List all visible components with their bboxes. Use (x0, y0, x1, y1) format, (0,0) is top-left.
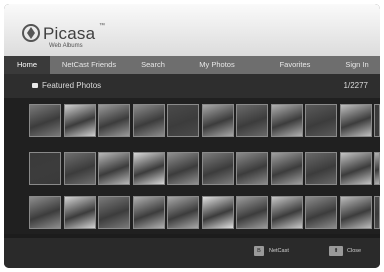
photo-dark-wood[interactable] (29, 152, 61, 185)
tab-search[interactable]: Search (128, 56, 178, 74)
photo-grid (4, 98, 380, 234)
app-name: Picasa (43, 24, 96, 43)
photo-grass[interactable] (305, 152, 337, 185)
page-counter: 1/2277 (343, 81, 368, 90)
photo-mountain[interactable] (339, 196, 372, 229)
footer-bar: B NetCast ⬆ Close (4, 238, 380, 268)
b-key-icon: B (254, 246, 264, 256)
tab-my-photos[interactable]: My Photos (178, 56, 256, 74)
photo-gray-wall[interactable] (29, 196, 61, 229)
section-title: Featured Photos (42, 81, 102, 90)
photo-beach[interactable] (98, 152, 130, 185)
photo-surf[interactable] (305, 196, 337, 229)
tab-favorites[interactable]: Favorites (256, 56, 334, 74)
photo-tree-silhouette[interactable] (132, 104, 165, 137)
photo-branches[interactable] (270, 152, 303, 185)
photo-edge-dark[interactable] (374, 104, 380, 137)
picasa-aperture-icon (22, 24, 40, 42)
photo-fog[interactable] (339, 152, 372, 185)
app-header: Picasa ™ Web Albums (4, 4, 380, 56)
photo-woman-portrait[interactable] (63, 152, 96, 185)
photo-tree-spiral[interactable] (270, 196, 303, 229)
close-label[interactable]: Close (347, 248, 361, 254)
photo-edge-light[interactable] (374, 152, 380, 185)
picasa-logo: Picasa ™ Web Albums (22, 23, 142, 51)
nav-bar: Home NetCast Friends Search My Photos Fa… (4, 56, 380, 74)
photo-landscape[interactable] (270, 104, 303, 137)
photo-white-plant[interactable] (339, 104, 372, 137)
tab-netcast-friends[interactable]: NetCast Friends (50, 56, 128, 74)
photo-animal[interactable] (132, 196, 165, 229)
photo-leaf[interactable] (63, 104, 96, 137)
trademark-mark: ™ (99, 23, 105, 29)
photo-forest[interactable] (305, 104, 337, 137)
photo-crowd[interactable] (201, 152, 234, 185)
photo-seal[interactable] (98, 196, 130, 229)
netcast-label[interactable]: NetCast (269, 248, 289, 254)
photo-wave[interactable] (201, 196, 234, 229)
photo-snow-field[interactable] (63, 196, 96, 229)
photo-hills[interactable] (236, 196, 268, 229)
photo-wolf[interactable] (29, 104, 61, 137)
tab-home[interactable]: Home (4, 56, 50, 74)
photo-pattern[interactable] (201, 104, 234, 137)
back-key-icon: ⬆ (329, 246, 343, 256)
photo-rocks[interactable] (167, 152, 199, 185)
photo-hands[interactable] (98, 104, 130, 137)
photo-portrait-boy[interactable] (167, 104, 199, 137)
photo-album-icon (32, 83, 38, 88)
photo-flowers[interactable] (236, 104, 268, 137)
photo-dancer[interactable] (132, 152, 165, 185)
photo-shore[interactable] (167, 196, 199, 229)
photo-street[interactable] (236, 152, 268, 185)
photo-edge-dark-2[interactable] (374, 196, 380, 229)
tv-screen: Picasa ™ Web Albums Home NetCast Friends… (4, 4, 380, 268)
tab-sign-in[interactable]: Sign In (334, 56, 380, 74)
app-subtitle: Web Albums (49, 43, 83, 49)
section-bar: Featured Photos 1/2277 (4, 74, 380, 98)
